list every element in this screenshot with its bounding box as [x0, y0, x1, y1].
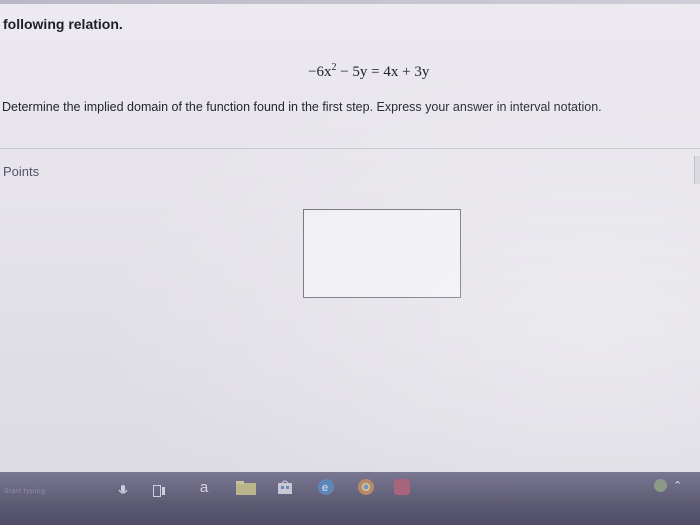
points-label: Points	[3, 164, 40, 179]
tray-app-icon[interactable]	[654, 478, 667, 492]
store-icon[interactable]	[276, 478, 294, 496]
amazon-icon[interactable]: a	[196, 478, 212, 496]
section-divider	[0, 148, 700, 149]
equation-right: − 5y = 4x + 3y	[336, 64, 430, 80]
edge-icon[interactable]: e	[316, 477, 336, 497]
question-heading: following relation.	[3, 16, 123, 32]
question-instruction: Determine the implied domain of the func…	[2, 100, 602, 114]
top-strip	[0, 0, 700, 4]
taskbar: Start typing a e ⌃	[0, 472, 700, 525]
file-explorer-icon[interactable]	[236, 480, 256, 496]
task-view-icon[interactable]	[152, 484, 166, 498]
equation: −6x2 − 5y = 4x + 3y	[308, 62, 429, 81]
answer-input[interactable]	[303, 209, 461, 298]
search-hint[interactable]: Start typing	[4, 488, 45, 495]
scrollbar[interactable]	[694, 156, 700, 184]
system-tray: ⌃	[654, 476, 690, 494]
browser-content: following relation. −6x2 − 5y = 4x + 3y …	[0, 0, 700, 472]
equation-left: −6x	[308, 64, 332, 80]
chrome-icon[interactable]	[356, 477, 376, 497]
svg-text:e: e	[322, 482, 328, 494]
app-icon[interactable]	[392, 477, 412, 497]
network-icon[interactable]: ⌃	[673, 479, 682, 492]
microphone-icon[interactable]	[116, 484, 130, 498]
